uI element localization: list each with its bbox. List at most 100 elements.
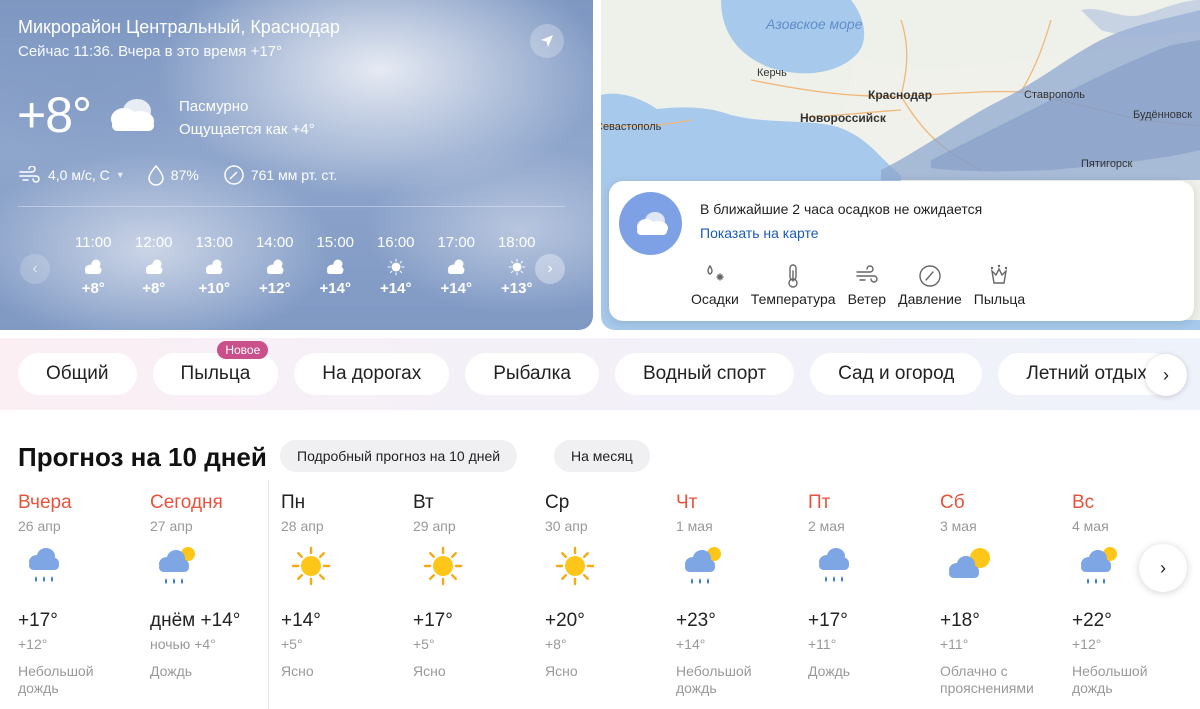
new-badge: Новое (217, 341, 269, 359)
forecast-day[interactable]: Пт 2 мая +17° +11° Дождь (808, 488, 938, 709)
rain-sun-cloud-icon (152, 544, 208, 597)
day-high-temp: днём +14° (150, 610, 241, 631)
hour-item: 13:00 +10° (184, 234, 245, 297)
forecast-next-button[interactable]: › (1139, 544, 1187, 592)
show-on-map-link[interactable]: Показать на карте (700, 225, 819, 241)
hour-temp: +10° (198, 280, 230, 297)
category-tab-label: Летний отдых (1026, 363, 1147, 384)
category-tab-label: Водный спорт (642, 363, 767, 384)
precipitation-text: В ближайшие 2 часа осадков не ожидается (700, 201, 983, 217)
map-layer-label: Температура (750, 291, 836, 307)
day-low-temp: +5° (281, 636, 303, 652)
day-name: Пн (281, 492, 306, 513)
hour-time: 17:00 (437, 234, 476, 251)
forecast-days: Вчера 26 апр +17° +12° Небольшой дождь Се… (0, 488, 1200, 709)
location-title[interactable]: Микрорайон Центральный, Краснодар (18, 17, 340, 38)
category-tab[interactable]: Сад и огород (810, 353, 983, 395)
rain-sun-cloud-icon (678, 544, 734, 597)
humidity-drop-icon (148, 164, 164, 186)
hourly-forecast: ‹ 11:00 +8° 12:00 +8° 13:00 +10° 14:00 +12°… (18, 228, 568, 318)
category-tab[interactable]: Общий (18, 353, 137, 395)
hour-temp: +14° (440, 280, 472, 297)
day-condition: Ясно (413, 663, 446, 679)
hour-item: 16:00 +14° (366, 234, 427, 297)
forecast-day[interactable]: Сб 3 мая +18° +11° Облачно с прояснениям… (940, 488, 1070, 709)
hourly-list: 11:00 +8° 12:00 +8° 13:00 +10° 14:00 +12° 15… (63, 234, 547, 297)
day-low-temp: +11° (808, 636, 837, 652)
day-condition: Небольшой дождь (1072, 663, 1148, 696)
map-layer-label: Осадки (691, 291, 739, 307)
forecast-day[interactable]: Вчера 26 апр +17° +12° Небольшой дождь (18, 488, 148, 709)
pressure-icon (917, 261, 943, 291)
detailed-forecast-button[interactable]: Подробный прогноз на 10 дней (280, 440, 518, 472)
locate-button[interactable] (530, 24, 564, 58)
forecast-day[interactable]: Пн 28 апр +14° +5° Ясно (281, 488, 411, 709)
hour-temp: +8° (142, 280, 166, 297)
day-low-temp: +12° (18, 636, 48, 652)
day-low-temp: +11° (940, 636, 969, 652)
day-condition: Небольшой дождь (676, 663, 752, 696)
month-forecast-button[interactable]: На месяц (554, 440, 650, 472)
hour-item: 11:00 +8° (63, 234, 124, 297)
day-low-temp: +14° (676, 636, 706, 652)
ten-day-forecast: Прогноз на 10 дней Подробный прогноз на … (0, 418, 1200, 709)
chevron-down-icon: ▾ (117, 169, 123, 181)
pressure-param: 761 мм рт. ст. (223, 164, 337, 186)
tabs-next-button[interactable]: › (1145, 354, 1187, 396)
precipitation-icon (702, 261, 728, 291)
day-high-temp: +18° (940, 610, 980, 631)
precipitation-card: В ближайшие 2 часа осадков не ожидается … (609, 181, 1194, 321)
day-high-temp: +14° (281, 610, 321, 631)
category-tab[interactable]: Рыбалка (465, 353, 599, 395)
forecast-day[interactable]: Ср 30 апр +20° +8° Ясно (545, 488, 675, 709)
day-condition: Ясно (281, 663, 314, 679)
hour-item: 12:00 +8° (124, 234, 185, 297)
hourly-prev-button[interactable]: ‹ (20, 254, 50, 284)
rain-cloud-icon (810, 544, 866, 597)
condition-text: Пасмурно (179, 98, 249, 115)
hour-time: 14:00 (255, 234, 294, 251)
day-name: Чт (676, 492, 698, 513)
rain-cloud-icon (20, 544, 76, 597)
hour-time: 11:00 (75, 234, 112, 251)
forecast-day[interactable]: Чт 1 мая +23° +14° Небольшой дождь (676, 488, 806, 709)
thermometer-icon (780, 261, 806, 291)
forecast-day[interactable]: Вс 4 мая +22° +12° Небольшой дождь (1072, 488, 1200, 709)
category-tab[interactable]: Пыльца Новое (152, 341, 279, 395)
day-name: Сб (940, 492, 965, 513)
map-layer-button[interactable]: Температура (751, 261, 836, 307)
category-tab[interactable]: Водный спорт (614, 353, 795, 395)
pressure-gauge-icon (224, 165, 244, 185)
sun-icon (415, 544, 471, 597)
map-sea-label: Азовское море (766, 16, 863, 32)
map-city-label: Пятигорск (1081, 158, 1133, 170)
hourly-next-button[interactable]: › (535, 254, 565, 284)
map-layer-button[interactable]: Давление (898, 261, 962, 307)
forecast-day[interactable]: Вт 29 апр +17° +5° Ясно (413, 488, 543, 709)
partly-cloudy-icon (245, 254, 306, 280)
forecast-day[interactable]: Сегодня 27 апр днём +14° ночью +4° Дождь (150, 488, 280, 709)
map-layer-button[interactable]: Ветер (848, 261, 886, 307)
hour-item: 17:00 +14° (426, 234, 487, 297)
day-name: Ср (545, 492, 570, 513)
category-tabs-strip: Общий Пыльца Новое На дорогах Рыбалка Водный … (0, 338, 1200, 410)
current-temperature: +8° (17, 87, 92, 143)
sun-icon (283, 544, 339, 597)
day-name: Вс (1072, 492, 1095, 513)
current-params: 4,0 м/с, С ▾ 87% 761 мм рт. ст. (18, 164, 361, 186)
category-tab-label: Сад и огород (838, 363, 955, 384)
wind-param[interactable]: 4,0 м/с, С ▾ (18, 166, 123, 184)
day-date: 4 мая (1072, 518, 1109, 534)
day-date: 30 апр (545, 518, 588, 534)
hour-item: 15:00 +14° (305, 234, 366, 297)
map-layer-button[interactable]: Осадки (691, 261, 739, 307)
hour-temp: +14° (380, 280, 412, 297)
day-date: 28 апр (281, 518, 324, 534)
category-tab[interactable]: На дорогах (294, 353, 450, 395)
map-layer-button[interactable]: Пыльца (974, 261, 1025, 307)
category-tab-label: На дорогах (322, 363, 422, 384)
feels-like-text: Ощущается как +4° (179, 121, 315, 138)
hour-temp: +14° (319, 280, 351, 297)
map-city-label: Краснодар (868, 88, 933, 102)
partly-cloudy-icon (124, 254, 185, 280)
